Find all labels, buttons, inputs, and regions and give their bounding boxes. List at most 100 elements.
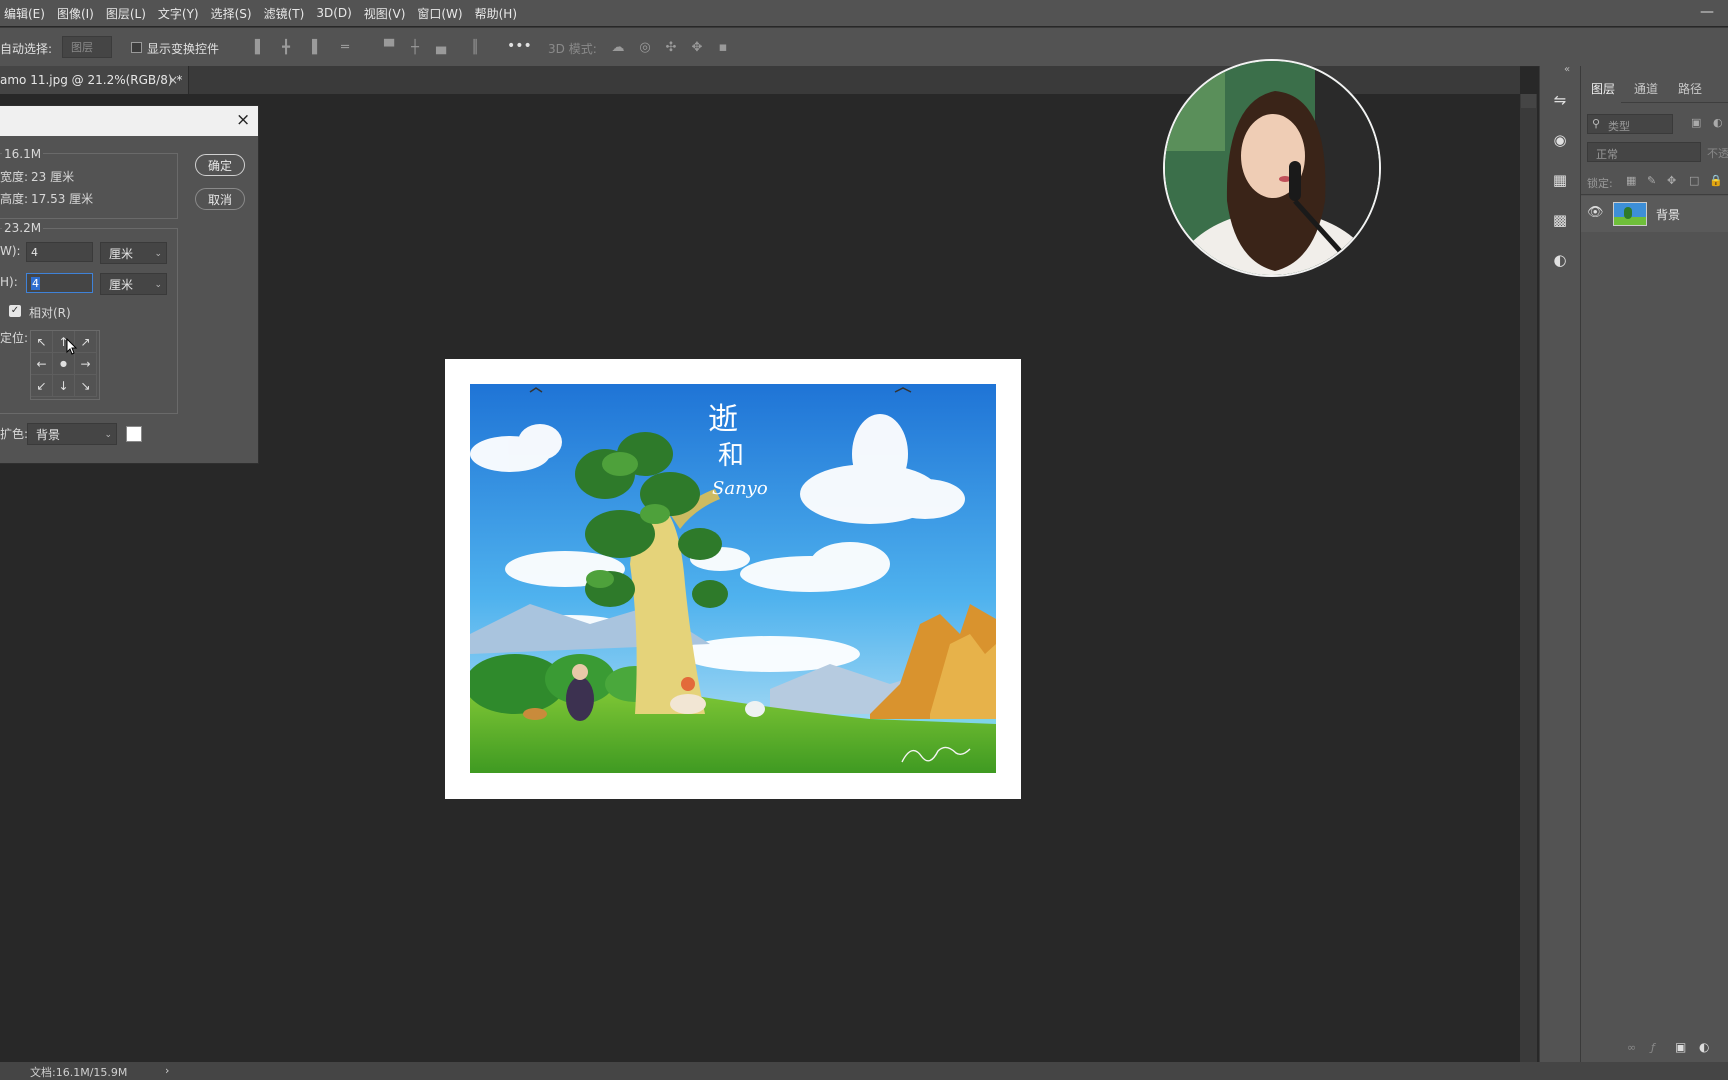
3d-slide-icon[interactable]: ✥ <box>689 40 705 56</box>
swatches-grid-icon[interactable]: ▦ <box>1548 168 1572 192</box>
ext-color-label: 扩色: <box>0 427 29 441</box>
artwork-title-2: 和 <box>718 441 744 471</box>
adjustments-icon[interactable]: ◐ <box>1548 248 1572 272</box>
filter-adjustment-icon[interactable]: ◐ <box>1713 116 1723 129</box>
tab-channels[interactable]: 通道 <box>1634 80 1658 97</box>
align-bottom-icon[interactable]: ▄ <box>433 40 449 56</box>
menu-type[interactable]: 文字(Y) <box>157 5 207 22</box>
new-adjustment-icon[interactable]: ◐ <box>1699 1040 1709 1054</box>
current-height-label: 高度: <box>0 192 29 206</box>
menu-image[interactable]: 图像(I) <box>56 5 102 22</box>
blend-mode-select[interactable]: 正常 <box>1587 142 1701 162</box>
layer-thumbnail <box>1613 202 1647 226</box>
blend-mode-value: 正常 <box>1596 148 1618 161</box>
panel-icon-strip: « ⇋ ◉ ▦ ▩ ◐ <box>1539 64 1580 1062</box>
3d-orbit-icon[interactable]: ☁ <box>610 40 626 56</box>
divider <box>1581 194 1728 195</box>
menu-window[interactable]: 窗口(W) <box>416 5 470 22</box>
filter-image-icon[interactable]: ▣ <box>1691 116 1701 129</box>
options-bar: 自动选择: 图层 显示变换控件 ▌ ╋ ▐ ═ ▀ ┼ ▄ ║ ••• 3D 模… <box>0 27 1728 67</box>
lock-paint-icon[interactable]: ✎ <box>1647 174 1656 187</box>
width-unit-select[interactable]: 厘米 ⌄ <box>100 242 167 264</box>
menu-view[interactable]: 视图(V) <box>363 5 414 22</box>
align-right-icon[interactable]: ▐ <box>304 40 320 56</box>
anchor-bottom-left-icon[interactable]: ↙ <box>31 375 53 397</box>
align-left-icon[interactable]: ▌ <box>252 40 268 56</box>
distribute-icon[interactable]: ═ <box>337 40 353 56</box>
width-input[interactable]: 4 <box>26 242 93 262</box>
fx-icon[interactable]: ƒ <box>1651 1041 1655 1054</box>
new-size-value: 23.2M <box>2 221 44 235</box>
link-layers-icon[interactable]: ∞ <box>1627 1041 1636 1054</box>
chevron-down-icon: ⌄ <box>154 280 162 290</box>
distribute-vertical-icon[interactable]: ║ <box>467 40 483 56</box>
opacity-label: 不透 <box>1707 147 1728 160</box>
current-height-value: 17.53 厘米 <box>31 192 94 206</box>
scroll-up-icon[interactable] <box>1521 94 1536 108</box>
anchor-bottom-icon[interactable]: ↓ <box>53 375 75 397</box>
layers-footer: ∞ ƒ ▣ ◐ <box>1581 1039 1728 1062</box>
layer-target-dropdown[interactable]: 图层 <box>62 36 112 58</box>
more-options-icon[interactable]: ••• <box>507 38 532 54</box>
minimize-icon[interactable]: — <box>1700 4 1714 20</box>
color-palette-icon[interactable]: ◉ <box>1548 128 1572 152</box>
height-unit-select[interactable]: 厘米 ⌄ <box>100 273 167 295</box>
status-menu-arrow-icon[interactable]: › <box>165 1064 169 1077</box>
collapse-panels-icon[interactable]: « <box>1564 64 1570 75</box>
current-width-label: 宽度: <box>0 170 29 184</box>
lock-move-icon[interactable]: ✥ <box>1667 174 1676 187</box>
dialog-titlebar[interactable]: × <box>0 106 258 136</box>
add-mask-icon[interactable]: ▣ <box>1675 1040 1686 1054</box>
history-icon[interactable]: ⇋ <box>1548 88 1572 112</box>
menu-3d[interactable]: 3D(D) <box>315 6 359 20</box>
lock-all-icon[interactable]: 🔒 <box>1709 174 1723 187</box>
align-vcenter-icon[interactable]: ┼ <box>407 40 423 56</box>
ext-color-swatch[interactable] <box>126 426 142 442</box>
close-tab-icon[interactable]: × <box>168 73 178 87</box>
dialog-close-icon[interactable]: × <box>236 110 250 130</box>
ok-button[interactable]: 确定 <box>195 154 245 176</box>
document-tab[interactable]: amo 11.jpg @ 21.2%(RGB/8) * × <box>0 66 189 94</box>
anchor-top-left-icon[interactable]: ↖ <box>31 331 53 353</box>
search-icon: ⚲ <box>1592 117 1601 130</box>
anchor-bottom-right-icon[interactable]: ↘ <box>75 375 97 397</box>
webcam-feed <box>1165 61 1379 275</box>
ext-color-select[interactable]: 背景 ⌄ <box>27 423 117 445</box>
tab-paths[interactable]: 路径 <box>1678 80 1702 97</box>
anchor-top-right-icon[interactable]: ↗ <box>75 331 97 353</box>
anchor-label: 定位: <box>0 331 29 345</box>
anchor-right-icon[interactable]: → <box>75 353 97 375</box>
libraries-icon[interactable]: ▩ <box>1548 208 1572 232</box>
menu-help[interactable]: 帮助(H) <box>474 5 525 22</box>
layer-filter-input[interactable]: ⚲ 类型 <box>1587 114 1673 134</box>
align-top-icon[interactable]: ▀ <box>381 40 397 56</box>
current-size-value: 16.1M <box>2 147 44 161</box>
anchor-left-icon[interactable]: ← <box>31 353 53 375</box>
3d-mode-label: 3D 模式: <box>548 42 597 56</box>
lock-artboard-icon[interactable]: □ <box>1689 174 1699 187</box>
menu-filter[interactable]: 滤镜(T) <box>263 5 313 22</box>
illustration: 逝 和 Sanyo <box>470 384 996 773</box>
menu-select[interactable]: 选择(S) <box>210 5 260 22</box>
height-input[interactable]: 4 <box>26 273 93 293</box>
eye-icon[interactable]: 👁 <box>1587 205 1604 220</box>
3d-roll-icon[interactable]: ◎ <box>637 40 653 56</box>
lock-transparent-icon[interactable]: ▦ <box>1626 174 1636 187</box>
anchor-center-icon[interactable]: ● <box>53 353 75 375</box>
3d-scale-icon[interactable]: ▪ <box>715 40 731 56</box>
canvas-scrollbar[interactable] <box>1520 94 1537 1062</box>
tab-layers[interactable]: 图层 <box>1591 80 1615 97</box>
3d-pan-icon[interactable]: ✣ <box>663 40 679 56</box>
align-hcenter-icon[interactable]: ╋ <box>278 40 294 56</box>
menu-edit[interactable]: 编辑(E) <box>3 5 53 22</box>
doc-size-info[interactable]: 文档:16.1M/15.9M <box>30 1064 127 1080</box>
menu-layer[interactable]: 图层(L) <box>105 5 154 22</box>
layer-name[interactable]: 背景 <box>1656 206 1680 223</box>
document-canvas[interactable]: 逝 和 Sanyo <box>445 359 1021 799</box>
status-bar: 文档:16.1M/15.9M › <box>0 1062 1728 1080</box>
width-label: W): <box>0 244 21 258</box>
cancel-button[interactable]: 取消 <box>195 188 245 210</box>
show-transform-checkbox[interactable] <box>131 42 142 53</box>
layer-row-background[interactable]: 👁 背景 <box>1581 196 1728 232</box>
relative-checkbox[interactable]: ✓ <box>9 305 21 317</box>
